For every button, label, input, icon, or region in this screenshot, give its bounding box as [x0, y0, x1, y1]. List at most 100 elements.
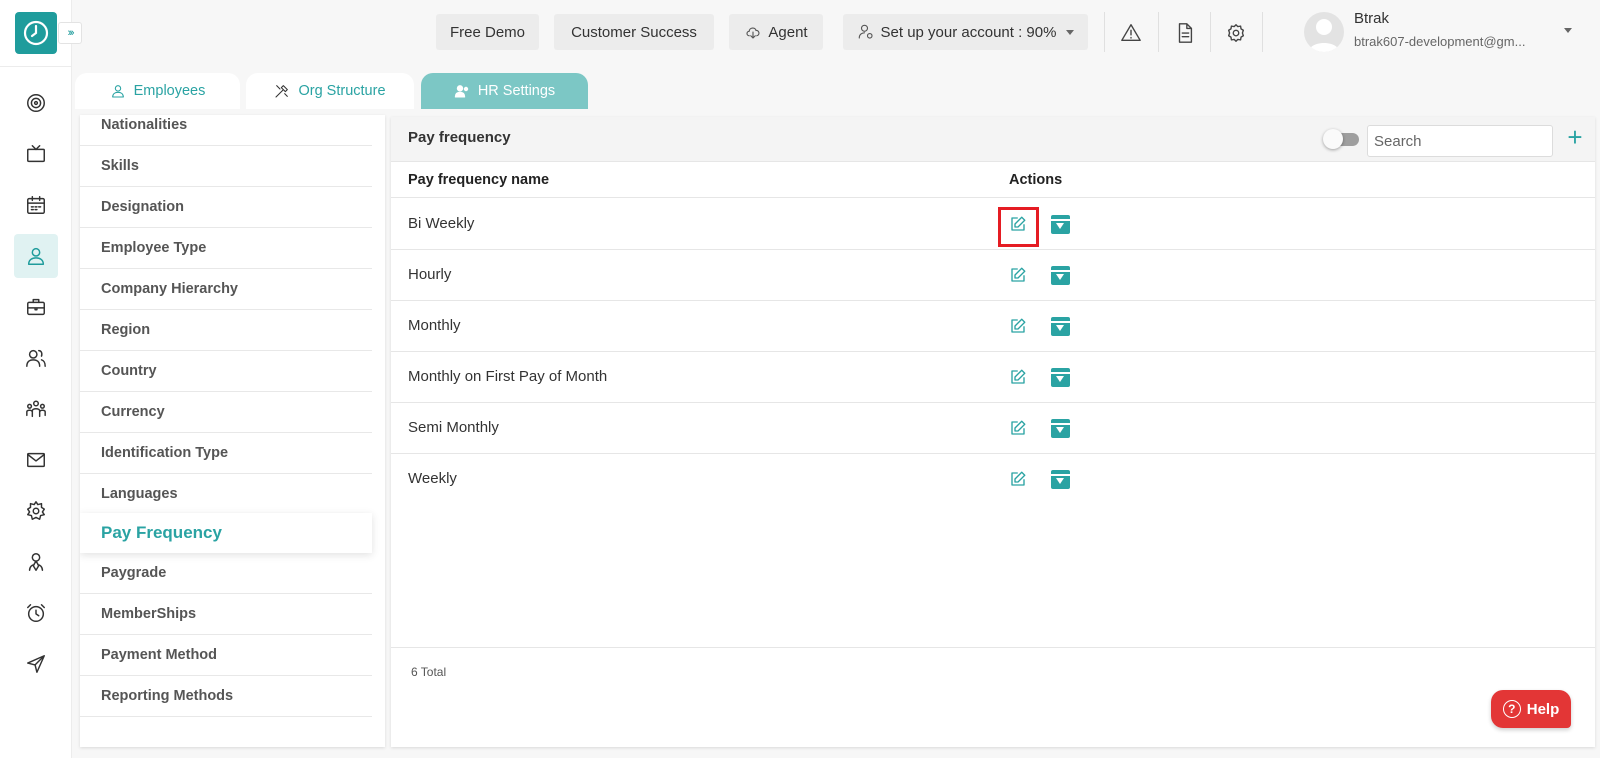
agent-label: Agent [768, 23, 808, 41]
settings-item-label: Country [101, 363, 157, 379]
edit-icon[interactable] [1009, 266, 1027, 284]
help-button[interactable]: ? Help [1491, 690, 1571, 728]
free-demo-button[interactable]: Free Demo [436, 14, 539, 50]
avatar[interactable] [1304, 12, 1344, 52]
settings-item-nationalities[interactable]: Nationalities [80, 115, 372, 146]
header-divider [1104, 12, 1105, 52]
settings-item-region[interactable]: Region [80, 310, 372, 351]
tab-hr-settings[interactable]: HR Settings [421, 73, 588, 109]
toggle-knob [1323, 129, 1343, 149]
setup-account-button[interactable]: Set up your account : 90% [843, 14, 1088, 50]
pay-frequency-name: Monthly [408, 317, 461, 334]
tab-employees-label: Employees [133, 83, 206, 99]
settings-item-company-hierarchy[interactable]: Company Hierarchy [80, 269, 372, 310]
app-logo-clock-icon[interactable] [15, 12, 57, 54]
send-icon[interactable] [14, 642, 58, 686]
pay-frequency-name: Semi Monthly [408, 419, 499, 436]
people-gear-icon [454, 85, 469, 98]
document-icon[interactable] [1172, 20, 1198, 46]
settings-item-label: Payment Method [101, 647, 218, 663]
settings-item-country[interactable]: Country [80, 351, 372, 392]
tv-icon[interactable] [14, 132, 58, 176]
caret-down-icon [1066, 29, 1075, 35]
edit-icon[interactable] [1009, 419, 1027, 437]
team-icon[interactable] [14, 387, 58, 431]
settings-item-label: Employee Type [101, 240, 207, 256]
employee-person-icon[interactable] [14, 234, 58, 278]
mail-icon[interactable] [14, 438, 58, 482]
settings-item-identification-type[interactable]: Identification Type [80, 433, 372, 474]
table-row: Hourly [391, 250, 1595, 301]
column-header-name: Pay frequency name [408, 172, 550, 188]
table-row: Semi Monthly [391, 403, 1595, 454]
settings-item-label: Paygrade [101, 565, 167, 581]
tab-org-structure[interactable]: Org Structure [246, 73, 414, 109]
tab-employees[interactable]: Employees [75, 73, 240, 109]
customer-success-button[interactable]: Customer Success [554, 14, 714, 50]
search-input[interactable] [1367, 125, 1553, 157]
user-badge-icon[interactable] [14, 540, 58, 584]
free-demo-label: Free Demo [449, 23, 526, 41]
warning-icon[interactable] [1118, 20, 1144, 46]
settings-item-label: Skills [101, 158, 139, 174]
alarm-clock-icon[interactable] [14, 591, 58, 635]
setup-account-label: Set up your account : 90% [880, 23, 1057, 41]
user-menu-chevron-down-icon[interactable] [1564, 28, 1572, 33]
settings-item-label: MemberShips [101, 606, 197, 622]
tools-icon [275, 85, 289, 98]
edit-icon[interactable] [1009, 215, 1027, 233]
settings-item-employee-type[interactable]: Employee Type [80, 228, 372, 269]
users-icon[interactable] [14, 336, 58, 380]
expand-sidebar-icon[interactable]: ››› [58, 22, 82, 44]
user-name: Btrak [1354, 10, 1390, 27]
agent-button[interactable]: Agent [729, 14, 823, 50]
add-pay-frequency-button[interactable]: + [1563, 122, 1587, 152]
settings-item-label: Nationalities [101, 117, 188, 133]
archive-icon[interactable] [1051, 470, 1070, 489]
edit-icon[interactable] [1009, 368, 1027, 386]
settings-item-reporting-methods[interactable]: Reporting Methods [80, 676, 372, 717]
tab-org-structure-label: Org Structure [298, 83, 386, 99]
briefcase-icon[interactable] [14, 285, 58, 329]
settings-item-label: Pay Frequency [101, 523, 222, 542]
hr-settings-menu: Nationalities Skills Designation Employe… [80, 115, 385, 747]
archive-icon[interactable] [1051, 266, 1070, 285]
settings-gear-icon[interactable] [14, 489, 58, 533]
archived-toggle[interactable] [1323, 129, 1359, 149]
settings-item-currency[interactable]: Currency [80, 392, 372, 433]
settings-item-label: Region [101, 322, 151, 338]
calendar-icon[interactable] [14, 183, 58, 227]
settings-item-designation[interactable]: Designation [80, 187, 372, 228]
header-divider [1262, 12, 1263, 52]
edit-icon[interactable] [1009, 317, 1027, 335]
settings-item-paygrade[interactable]: Paygrade [80, 553, 372, 594]
settings-item-label: Languages [101, 486, 178, 502]
panel-footer-divider [391, 647, 1595, 648]
cloud-download-icon [746, 27, 760, 39]
archive-icon[interactable] [1051, 419, 1070, 438]
header-divider [1158, 12, 1159, 52]
settings-item-languages[interactable]: Languages [80, 474, 372, 515]
pay-frequency-name: Monthly on First Pay of Month [408, 368, 608, 385]
panel-header: Pay frequency + [391, 117, 1595, 162]
settings-item-memberships[interactable]: MemberShips [80, 594, 372, 635]
pay-frequency-name: Bi Weekly [408, 215, 475, 232]
settings-item-skills[interactable]: Skills [80, 146, 372, 187]
archive-icon[interactable] [1051, 215, 1070, 234]
settings-item-label: Company Hierarchy [101, 281, 238, 297]
edit-icon[interactable] [1009, 470, 1027, 488]
archive-icon[interactable] [1051, 317, 1070, 336]
settings-item-label: Identification Type [101, 445, 229, 461]
column-header-actions: Actions [1009, 172, 1063, 188]
settings-item-label: Currency [101, 404, 165, 420]
person-icon [111, 85, 124, 98]
total-count: 6 Total [411, 665, 447, 679]
table-row: Bi Weekly [391, 199, 1595, 250]
settings-item-payment-method[interactable]: Payment Method [80, 635, 372, 676]
settings-item-pay-frequency[interactable]: Pay Frequency [80, 513, 372, 553]
table-header: Pay frequency name Actions [391, 162, 1595, 198]
archive-icon[interactable] [1051, 368, 1070, 387]
dashboard-target-icon[interactable] [14, 81, 58, 125]
gear-icon[interactable] [1223, 20, 1249, 46]
table-row: Monthly [391, 301, 1595, 352]
